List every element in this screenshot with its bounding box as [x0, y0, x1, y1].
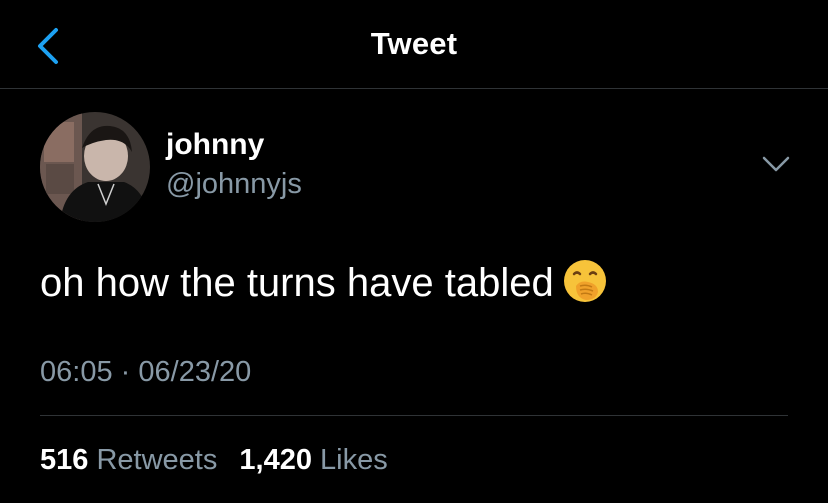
likes-stat[interactable]: 1,420 Likes — [239, 444, 387, 476]
retweets-count: 516 — [40, 444, 89, 476]
navigation-bar: Tweet — [0, 0, 828, 89]
divider — [40, 415, 788, 416]
timestamp-separator: · — [120, 356, 131, 388]
tweet-timestamp: 06:05 · 06/23/20 — [40, 356, 251, 389]
avatar-image — [40, 112, 150, 222]
author-display-name[interactable]: johnny — [166, 128, 264, 162]
retweets-label: Retweets — [96, 444, 218, 476]
likes-count: 1,420 — [239, 444, 312, 476]
more-options-button[interactable] — [756, 150, 796, 180]
tweet-stats: 516 Retweets 1,420 Likes — [40, 444, 402, 477]
chevron-down-icon — [762, 156, 790, 172]
tweet-time: 06:05 — [40, 356, 113, 388]
tweet-date: 06/23/20 — [138, 356, 252, 388]
tweet-text: oh how the turns have tabled — [40, 258, 608, 306]
page-title: Tweet — [370, 26, 458, 61]
avatar[interactable] — [40, 112, 150, 222]
author-username[interactable]: @johnnyjs — [166, 168, 302, 201]
retweets-stat[interactable]: 516 Retweets — [40, 444, 217, 476]
face-with-hand-over-mouth-icon — [562, 258, 608, 304]
tweet-body: oh how the turns have tabled — [40, 261, 554, 305]
likes-label: Likes — [320, 444, 388, 476]
